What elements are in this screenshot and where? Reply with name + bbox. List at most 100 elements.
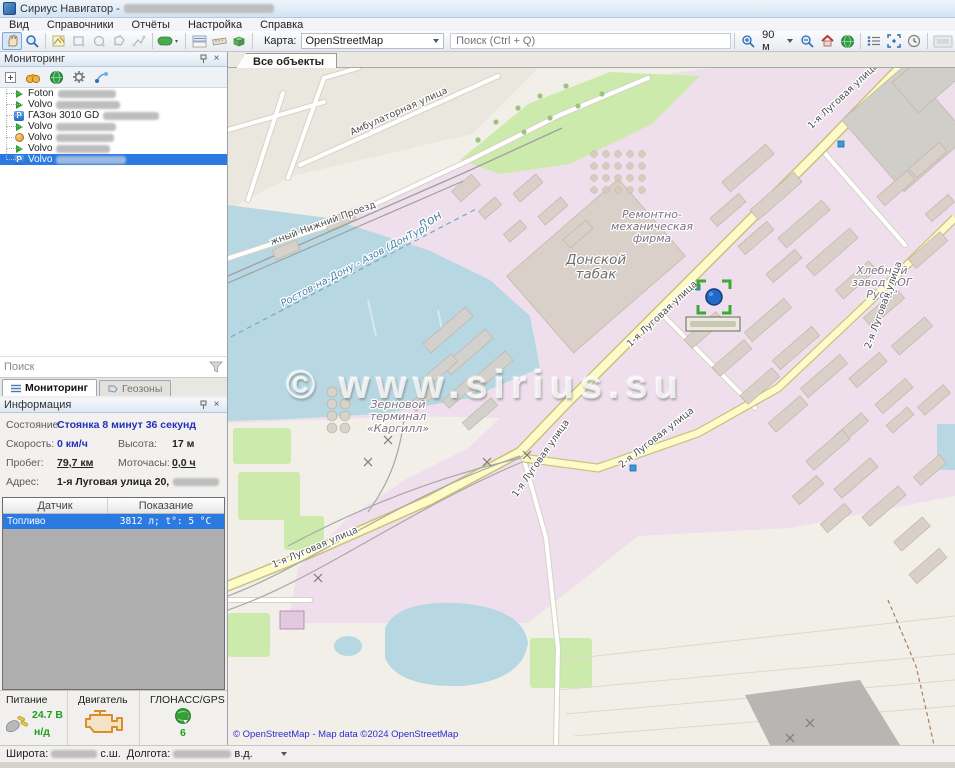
- settings-gear-icon[interactable]: [72, 70, 86, 84]
- title-bar: Сириус Навигатор -: [0, 0, 955, 18]
- power-status: н/д: [34, 726, 50, 738]
- map-provider-select[interactable]: OpenStreetMap: [301, 33, 445, 49]
- route-points-icon[interactable]: [94, 70, 109, 84]
- map-canvas[interactable]: ДонРостов-на-Дону - Азов (ДонТур)Амбулат…: [228, 68, 955, 745]
- map-label: Зерновойтерминал«Каргилл»: [367, 398, 429, 435]
- power-label: Питание: [6, 694, 47, 706]
- engine-hours-value[interactable]: 0,0 ч: [172, 457, 196, 469]
- map-provider-label: Карта:: [264, 35, 297, 47]
- track-color-button[interactable]: [156, 32, 182, 50]
- zoom-out-button[interactable]: [797, 32, 817, 50]
- route-tool-button[interactable]: [129, 32, 149, 50]
- speed-label: Скорость:: [6, 438, 54, 450]
- gps-globe-icon: [174, 707, 192, 725]
- power-voltage: 24.7 В: [32, 709, 63, 721]
- zoom-scale-dropdown[interactable]: 90 м: [758, 29, 797, 53]
- geozone-polygon-button[interactable]: [109, 32, 129, 50]
- tab-monitoring[interactable]: Мониторинг: [2, 379, 97, 396]
- zoom-tool-button[interactable]: [22, 32, 42, 50]
- monitoring-panel-header: Мониторинг ×: [0, 52, 227, 67]
- home-view-button[interactable]: [817, 32, 837, 50]
- map-area: Все объекты ДонРостов-на-Дону - Азов (До…: [228, 52, 955, 745]
- map-tab-bar: Все объекты: [228, 52, 955, 68]
- vehicle-tree: Foton Volvo PГАЗон 3010 GD Volvo Volvo V…: [0, 88, 227, 356]
- ruler-button[interactable]: [209, 32, 229, 50]
- svg-text:фирма: фирма: [633, 232, 672, 245]
- map-image[interactable]: ДонРостов-на-Дону - Азов (ДонТур)Амбулат…: [228, 68, 955, 745]
- close-icon[interactable]: ×: [210, 399, 223, 411]
- sensors-table: Датчик Показание Топливо 3812 л; t°: 5 °…: [2, 497, 225, 690]
- engine-hours-label: Моточасы:: [118, 457, 170, 469]
- clock-icon: [907, 34, 921, 48]
- minimap-button[interactable]: [931, 32, 955, 50]
- latitude-label: Широта:: [6, 748, 48, 760]
- bus-stop-icon: [838, 141, 844, 147]
- svg-text:«Каргилл»: «Каргилл»: [367, 422, 429, 435]
- window-title: Сириус Навигатор -: [20, 3, 120, 15]
- close-icon[interactable]: ×: [210, 53, 223, 65]
- fit-selection-button[interactable]: [884, 32, 904, 50]
- tree-item-vehicle[interactable]: Volvo: [0, 143, 227, 154]
- menu-view[interactable]: Вид: [0, 19, 38, 31]
- rectangle-zone-icon: [72, 34, 86, 48]
- map-tab-all-objects[interactable]: Все объекты: [236, 53, 337, 69]
- pin-icon[interactable]: [197, 53, 210, 65]
- edit-map-button[interactable]: [49, 32, 69, 50]
- speed-value: 0 км/ч: [57, 438, 88, 450]
- fit-frame-icon: [887, 34, 901, 48]
- sidebar-tab-bar: Мониторинг Геозоны: [0, 378, 227, 396]
- binoculars-icon[interactable]: [25, 71, 41, 84]
- column-reading[interactable]: Показание: [108, 498, 224, 513]
- gps-label: ГЛОНАСС/GPS: [150, 694, 225, 706]
- filter-funnel-icon[interactable]: [209, 361, 223, 373]
- pin-icon[interactable]: [197, 399, 210, 411]
- ruler-icon: [212, 35, 227, 48]
- menu-directories[interactable]: Справочники: [38, 19, 123, 31]
- expand-all-icon[interactable]: [4, 71, 17, 84]
- tab-geozones[interactable]: Геозоны: [99, 380, 171, 396]
- geozone-circle-button[interactable]: [89, 32, 109, 50]
- svg-text:табак: табак: [576, 267, 618, 283]
- address-label: Адрес:: [6, 476, 39, 488]
- gps-satellites-count: 6: [180, 727, 186, 739]
- objects-box-button[interactable]: [229, 32, 249, 50]
- info-panel-header: Информация ×: [0, 398, 227, 413]
- info-panel-title: Информация: [4, 399, 71, 411]
- tree-item-vehicle[interactable]: Volvo: [0, 99, 227, 110]
- column-sensor[interactable]: Датчик: [3, 498, 108, 513]
- bus-stop-icon: [630, 465, 636, 471]
- globe-icon[interactable]: [49, 70, 64, 85]
- menu-settings[interactable]: Настройка: [179, 19, 251, 31]
- vehicle-info-panel: Состояние: Стоянка 8 минут 36 секунд Ско…: [0, 414, 227, 497]
- reports-window-button[interactable]: [189, 32, 209, 50]
- history-time-button[interactable]: [904, 32, 924, 50]
- menu-help[interactable]: Справка: [251, 19, 312, 31]
- mileage-value[interactable]: 79,7 км: [57, 457, 93, 469]
- show-all-objects-button[interactable]: [837, 32, 857, 50]
- zoom-in-button[interactable]: [738, 32, 758, 50]
- tree-item-vehicle[interactable]: Foton: [0, 88, 227, 99]
- state-value: Стоянка 8 минут 36 секунд: [57, 419, 196, 431]
- tree-item-vehicle[interactable]: Volvo: [0, 132, 227, 143]
- tree-search-box[interactable]: Поиск: [0, 356, 227, 378]
- geozone-rect-button[interactable]: [69, 32, 89, 50]
- tree-search-placeholder: Поиск: [4, 361, 34, 373]
- report-panels-icon: [192, 35, 207, 48]
- menu-reports[interactable]: Отчёты: [123, 19, 179, 31]
- object-list-button[interactable]: [864, 32, 884, 50]
- gauges-panel: Питание 24.7 В н/д Двигатель ГЛОНАСС/GPS: [0, 690, 227, 746]
- geozones-icon: [108, 384, 118, 393]
- sensor-row-selected[interactable]: Топливо 3812 л; t°: 5 °C: [3, 514, 224, 529]
- chevron-down-icon[interactable]: [281, 752, 287, 756]
- pan-tool-button[interactable]: [2, 32, 22, 50]
- tree-item-vehicle[interactable]: Volvo: [0, 121, 227, 132]
- tree-toolbar: [0, 67, 227, 88]
- zoom-in-icon: [741, 34, 756, 49]
- tree-item-vehicle[interactable]: PГАЗон 3010 GD: [0, 110, 227, 121]
- polygon-zone-icon: [112, 34, 126, 48]
- monitoring-list-icon: [11, 384, 21, 393]
- map-provider-value: OpenStreetMap: [306, 35, 384, 47]
- tree-item-vehicle-selected[interactable]: PVolvo: [0, 154, 227, 165]
- window-bottom-edge: [0, 762, 955, 768]
- global-search-input[interactable]: [450, 33, 731, 49]
